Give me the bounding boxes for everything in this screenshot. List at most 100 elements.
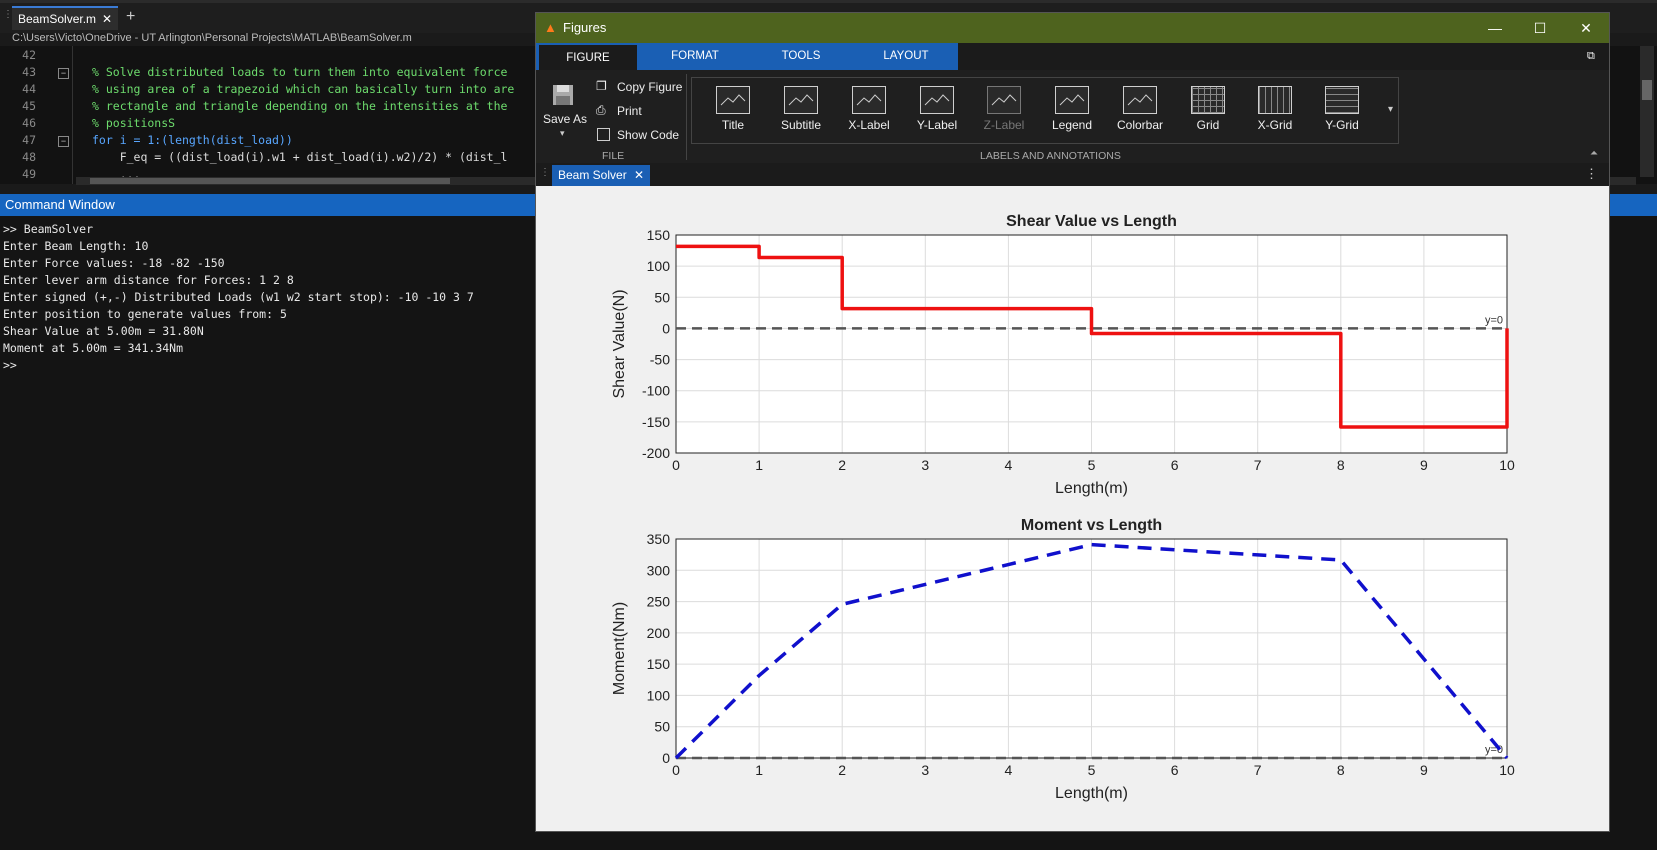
show-code-label: Show Code [617, 128, 680, 142]
title-icon [716, 86, 750, 114]
chart-title: Shear Value vs Length [1006, 213, 1177, 230]
y-axis-label: Shear Value(N) [611, 289, 628, 398]
gallery-item-y-grid[interactable]: Y-Grid [1311, 80, 1373, 140]
x-tick-label: 8 [1337, 762, 1345, 778]
command-line: Enter lever arm distance for Forces: 1 2… [3, 273, 294, 287]
gallery-label: Colorbar [1116, 118, 1164, 132]
tab-figure[interactable]: FIGURE [539, 43, 637, 70]
show-code-checkbox[interactable] [597, 128, 610, 141]
scrollbar-thumb[interactable] [90, 178, 450, 184]
gallery-label: Subtitle [780, 118, 822, 132]
undock-icon[interactable]: ⧉ [1587, 50, 1601, 63]
more-options-icon[interactable]: ⋮ [1585, 166, 1598, 182]
tab-layout[interactable]: LAYOUT [858, 43, 954, 70]
collapse-ribbon-icon[interactable]: ⏶ [1590, 148, 1598, 159]
x-tick-label: 8 [1337, 457, 1345, 473]
y-tick-label: -200 [642, 445, 670, 461]
line-number: 48 [22, 150, 36, 164]
line-number: 43 [22, 65, 36, 79]
z-label-icon [987, 86, 1021, 114]
figure-window-title: Figures [563, 20, 607, 35]
line-number: 44 [22, 82, 36, 96]
grid-icon [1191, 86, 1225, 114]
copy-figure-button[interactable]: Copy Figure [617, 80, 682, 94]
figure-titlebar[interactable] [536, 13, 1609, 43]
y-tick-label: 100 [647, 258, 671, 274]
gallery-label: Y-Label [916, 118, 958, 132]
y-tick-label: 0 [662, 750, 670, 766]
x-tick-label: 5 [1088, 457, 1096, 473]
vertical-scrollbar[interactable] [1640, 46, 1654, 177]
y-tick-label: 100 [647, 687, 671, 703]
y-axis-label: Moment(Nm) [611, 602, 628, 695]
y-grid-icon [1325, 86, 1359, 114]
y-tick-label: 0 [662, 320, 670, 336]
x-tick-label: 0 [672, 457, 680, 473]
tab-format[interactable]: FORMAT [648, 43, 742, 70]
chart-title: Moment vs Length [1021, 517, 1162, 534]
gallery-expand-icon[interactable]: ▾ [1388, 104, 1393, 115]
gallery-label: X-Grid [1257, 118, 1293, 132]
gallery-label: Title [721, 118, 745, 132]
y-tick-label: -100 [642, 383, 670, 399]
subtitle-icon [784, 86, 818, 114]
x-tick-label: 3 [921, 762, 929, 778]
x-tick-label: 0 [672, 762, 680, 778]
y-tick-label: 150 [647, 656, 671, 672]
x-tick-label: 10 [1499, 762, 1515, 778]
gallery-item-x-grid[interactable]: X-Grid [1244, 80, 1306, 140]
command-prompt[interactable]: >> [3, 358, 17, 372]
chevron-down-icon[interactable]: ▾ [560, 128, 565, 139]
command-line: Enter signed (+,-) Distributed Loads (w1… [3, 290, 474, 304]
gallery-label: X-Label [848, 118, 890, 132]
file-section-label: FILE [602, 150, 625, 162]
code-line: F_eq = ((dist_load(i).w1 + dist_load(i).… [92, 150, 508, 164]
line-number: 45 [22, 99, 36, 113]
x-tick-label: 5 [1088, 762, 1096, 778]
command-line: Shear Value at 5.00m = 31.80N [3, 324, 204, 338]
gallery-item-y-label[interactable]: Y-Label [906, 80, 968, 140]
line-number: 49 [22, 167, 36, 181]
maximize-button[interactable]: ☐ [1520, 13, 1560, 43]
print-icon: ⎙ [596, 103, 606, 117]
code-line: % positionsS [92, 116, 176, 130]
minimize-button[interactable]: — [1475, 13, 1515, 43]
grip-icon[interactable]: ⋮ [540, 167, 550, 178]
add-tab-button[interactable]: + [126, 6, 135, 28]
code-line: % using area of a trapezoid which can ba… [92, 82, 515, 96]
gallery-item-x-label[interactable]: X-Label [838, 80, 900, 140]
x-tick-label: 3 [921, 457, 929, 473]
x-axis-label: Length(m) [1055, 785, 1128, 802]
gallery-item-grid[interactable]: Grid [1177, 80, 1239, 140]
line-number: 47 [22, 133, 36, 147]
x-tick-label: 2 [838, 457, 846, 473]
gallery-item-legend[interactable]: Legend [1041, 80, 1103, 140]
x-tick-label: 7 [1254, 762, 1262, 778]
close-icon[interactable]: ✕ [634, 168, 644, 182]
print-button[interactable]: Print [617, 104, 642, 118]
gallery-item-title[interactable]: Title [702, 80, 764, 140]
save-as-icon[interactable] [550, 80, 578, 108]
tab-beam-solver[interactable]: Beam Solver ✕ [552, 165, 651, 186]
y-tick-label: 250 [647, 594, 671, 610]
command-line: Enter position to generate values from: … [3, 307, 287, 321]
code-line: % rectangle and triangle depending on th… [92, 99, 508, 113]
tab-tools[interactable]: TOOLS [755, 43, 847, 70]
y-tick-label: -50 [650, 352, 670, 368]
save-as-button[interactable]: Save As [543, 112, 587, 126]
figure-canvas: 0 1 2 3 4 5 6 7 8 9 10 150 100 50 0 -50 -100 -150 -200 y=0 S… [536, 186, 1609, 831]
scrollbar-thumb[interactable] [1642, 80, 1652, 100]
x-tick-label: 10 [1499, 457, 1515, 473]
close-icon[interactable]: ✕ [102, 12, 112, 26]
gallery-item-subtitle[interactable]: Subtitle [770, 80, 832, 140]
x-tick-label: 1 [755, 762, 763, 778]
fold-toggle-icon[interactable]: − [58, 136, 69, 147]
gallery-item-z-label: Z-Label [973, 80, 1035, 140]
fold-toggle-icon[interactable]: − [58, 68, 69, 79]
y-tick-label: 350 [647, 531, 671, 547]
close-window-button[interactable]: ✕ [1566, 13, 1606, 43]
gallery-item-colorbar[interactable]: Colorbar [1109, 80, 1171, 140]
line-number: 42 [22, 48, 36, 62]
code-line: % Solve distributed loads to turn them i… [92, 65, 508, 79]
editor-tab-beamsolver[interactable]: BeamSolver.m ✕ [12, 6, 119, 30]
